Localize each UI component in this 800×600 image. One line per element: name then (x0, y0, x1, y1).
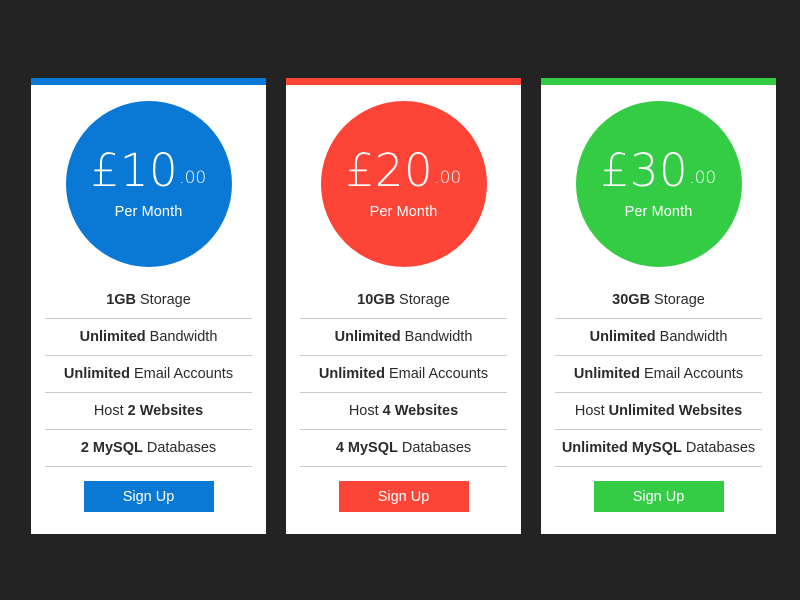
feature-emphasis: 2 MySQL (80, 440, 143, 456)
cta-area: Sign Up (286, 467, 521, 534)
feature-item: 30GB Storage (555, 282, 762, 319)
price-area: £20.00 Per Month (286, 85, 521, 282)
feature-emphasis: 4 Websites (382, 403, 459, 419)
pricing-card: £20.00 Per Month 10GB Storage Unlimited Bandw… (286, 78, 521, 534)
feature-text: Host (348, 403, 379, 419)
price-circle: £10.00 Per Month (65, 100, 232, 267)
feature-text: Databases (146, 440, 217, 456)
feature-item: 4 MySQL Databases (300, 430, 507, 467)
feature-item: Host 4 Websites (300, 393, 507, 430)
price-area: £30.00 Per Month (541, 85, 776, 282)
feature-item: Unlimited Bandwidth (45, 319, 252, 356)
feature-emphasis: 10GB (357, 292, 396, 308)
feature-emphasis: 2 Websites (127, 403, 204, 419)
feature-text: Storage (140, 292, 191, 308)
cta-area: Sign Up (31, 467, 266, 534)
feature-text: Bandwidth (149, 329, 218, 345)
feature-text: Databases (401, 440, 472, 456)
card-accent-bar (286, 78, 521, 85)
price-period: Per Month (624, 203, 693, 220)
feature-text: Databases (685, 440, 756, 456)
price-value: £30.00 (601, 148, 716, 193)
feature-text: Storage (399, 292, 450, 308)
feature-item: Unlimited Email Accounts (555, 356, 762, 393)
feature-emphasis: Unlimited (318, 366, 385, 382)
feature-item: Unlimited Email Accounts (300, 356, 507, 393)
price-circle: £30.00 Per Month (575, 100, 742, 267)
pricing-card: £30.00 Per Month 30GB Storage Unlimited Bandw… (541, 78, 776, 534)
price-amount: £10 (90, 143, 179, 197)
feature-item: Unlimited MySQL Databases (555, 430, 762, 467)
feature-item: Host 2 Websites (45, 393, 252, 430)
feature-emphasis: 4 MySQL (335, 440, 398, 456)
feature-emphasis: Unlimited (589, 329, 656, 345)
feature-list: 1GB Storage Unlimited Bandwidth Unlimited Ema… (31, 282, 266, 467)
feature-emphasis: Unlimited (63, 366, 130, 382)
feature-emphasis: 30GB (612, 292, 651, 308)
feature-text: Host (93, 403, 124, 419)
price-amount: £20 (345, 143, 434, 197)
price-cents: .00 (434, 167, 462, 188)
feature-text: Bandwidth (659, 329, 728, 345)
price-cents: .00 (689, 167, 717, 188)
feature-item: 10GB Storage (300, 282, 507, 319)
feature-emphasis: Unlimited (334, 329, 401, 345)
price-value: £10.00 (91, 148, 206, 193)
feature-item: Unlimited Bandwidth (300, 319, 507, 356)
sign-up-button[interactable]: Sign Up (593, 481, 724, 512)
feature-item: 2 MySQL Databases (45, 430, 252, 467)
card-accent-bar (541, 78, 776, 85)
feature-text: Email Accounts (133, 366, 234, 382)
cta-area: Sign Up (541, 467, 776, 534)
feature-text: Storage (654, 292, 705, 308)
price-cents: .00 (179, 167, 207, 188)
price-period: Per Month (369, 203, 438, 220)
price-circle: £20.00 Per Month (320, 100, 487, 267)
price-area: £10.00 Per Month (31, 85, 266, 282)
feature-list: 30GB Storage Unlimited Bandwidth Unlimited Em… (541, 282, 776, 467)
feature-text: Email Accounts (643, 366, 744, 382)
feature-item: Host Unlimited Websites (555, 393, 762, 430)
feature-emphasis: Unlimited MySQL (561, 440, 682, 456)
sign-up-button[interactable]: Sign Up (338, 481, 469, 512)
pricing-card: £10.00 Per Month 1GB Storage Unlimited Bandwi… (31, 78, 266, 534)
sign-up-button[interactable]: Sign Up (83, 481, 214, 512)
feature-text: Email Accounts (388, 366, 489, 382)
feature-text: Bandwidth (404, 329, 473, 345)
feature-emphasis: Unlimited (573, 366, 640, 382)
price-period: Per Month (114, 203, 183, 220)
pricing-card-list: £10.00 Per Month 1GB Storage Unlimited Bandwi… (31, 78, 776, 534)
feature-list: 10GB Storage Unlimited Bandwidth Unlimited Em… (286, 282, 521, 467)
feature-item: 1GB Storage (45, 282, 252, 319)
price-value: £20.00 (346, 148, 461, 193)
feature-item: Unlimited Bandwidth (555, 319, 762, 356)
feature-emphasis: Unlimited (79, 329, 146, 345)
feature-item: Unlimited Email Accounts (45, 356, 252, 393)
feature-emphasis: Unlimited Websites (608, 403, 743, 419)
feature-emphasis: 1GB (106, 292, 137, 308)
pricing-table: £10.00 Per Month 1GB Storage Unlimited Bandwi… (0, 0, 800, 600)
price-amount: £30 (600, 143, 689, 197)
card-accent-bar (31, 78, 266, 85)
feature-text: Host (574, 403, 605, 419)
